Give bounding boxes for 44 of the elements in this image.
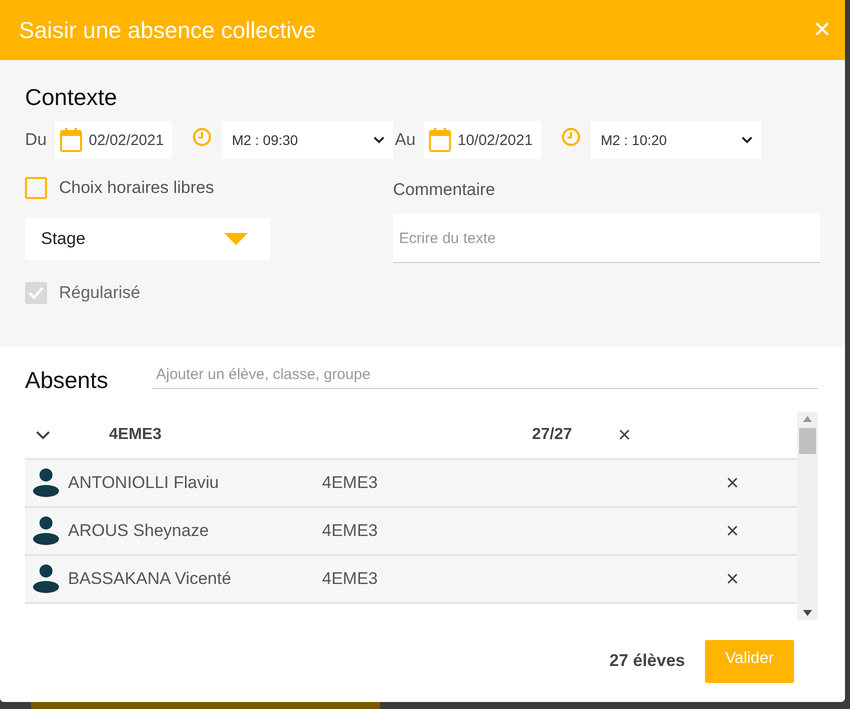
calendar-icon (428, 127, 452, 153)
chevron-icon (35, 430, 51, 440)
person-icon (32, 467, 60, 499)
student-name: BASSAKANA Vicenté (68, 569, 232, 589)
person-icon (32, 515, 60, 547)
clock-icon (192, 127, 212, 147)
dropdown-triangle-icon (224, 233, 248, 245)
chevron-down-icon (372, 136, 385, 144)
clock-icon (560, 127, 581, 147)
student-total: 27 élèves (609, 651, 685, 671)
group-count: 27/27 (532, 426, 574, 444)
scrollbar-thumb[interactable] (799, 428, 816, 454)
scrollbar[interactable] (797, 412, 818, 620)
section-heading: Absents (25, 367, 108, 394)
person-icon (32, 563, 60, 595)
checkbox[interactable] (25, 177, 47, 199)
remove-button[interactable]: × (618, 424, 631, 446)
student-name: ANTONIOLLI Flaviu (68, 473, 220, 493)
student-class: 4EME3 (322, 521, 379, 541)
student-class: 4EME3 (322, 569, 379, 589)
scroll-down-icon (803, 610, 812, 616)
from-label: Du (25, 130, 47, 150)
remove-button[interactable]: × (726, 520, 739, 542)
chevron-down-icon (740, 136, 753, 144)
scroll-up-icon (803, 416, 812, 422)
check-icon (28, 286, 44, 300)
dialog-title: Saisir une absence collective (19, 16, 316, 44)
student-class: 4EME3 (322, 473, 379, 493)
date-field[interactable]: 02/02/2021 (54, 121, 172, 159)
remove-button[interactable]: × (726, 568, 739, 590)
date-field[interactable]: 10/02/2021 (424, 121, 541, 159)
reason-select[interactable]: Stage (25, 218, 270, 260)
remove-button[interactable]: × (726, 472, 739, 494)
comment-field[interactable]: Ecrire du texte (393, 214, 820, 263)
calendar-icon (58, 127, 83, 153)
time-select[interactable]: M2 : 09:30 (222, 121, 393, 159)
checkbox-label: Choix horaires libres (59, 178, 214, 198)
comment-label: Commentaire (393, 180, 496, 200)
section-heading: Contexte (25, 84, 118, 111)
time-select[interactable]: M2 : 10:20 (590, 121, 761, 159)
student-name: AROUS Sheynaze (68, 521, 210, 541)
checkbox-label: Régularisé (59, 283, 140, 303)
to-label: Au (394, 130, 416, 150)
group-name: 4EME3 (109, 426, 162, 444)
